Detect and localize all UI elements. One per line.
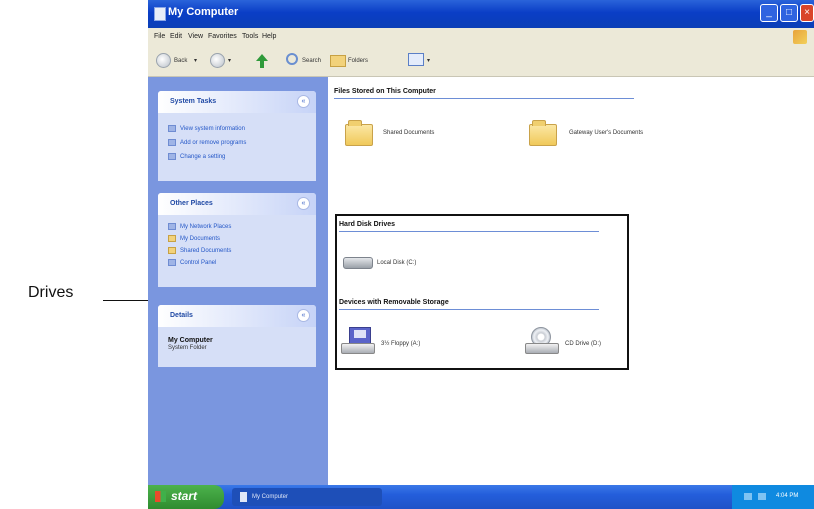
view-system-info-link[interactable]: View system information <box>168 125 245 132</box>
start-label: start <box>171 489 198 503</box>
link-label: Change a setting <box>180 154 226 161</box>
system-info-icon <box>168 125 176 132</box>
folder-icon[interactable] <box>345 120 373 146</box>
views-icon[interactable] <box>408 53 424 66</box>
details-panel: Details « My Computer System Folder <box>158 305 316 367</box>
other-places-header[interactable]: Other Places « <box>158 193 316 215</box>
control-panel-icon <box>168 153 176 160</box>
system-tasks-title: System Tasks <box>170 98 217 105</box>
link-label: My Network Places <box>180 224 232 231</box>
up-folder-icon[interactable] <box>256 54 268 68</box>
programs-icon <box>168 139 176 146</box>
link-label: View system information <box>180 126 245 133</box>
menu-edit[interactable]: Edit <box>170 33 182 40</box>
network-tray-icon[interactable] <box>744 493 752 500</box>
section-divider <box>334 98 634 99</box>
link-label: Shared Documents <box>180 248 232 255</box>
menu-bar: File Edit View Favorites Tools Help <box>148 28 814 46</box>
volume-tray-icon[interactable] <box>758 493 766 500</box>
collapse-chevron-icon[interactable]: « <box>297 197 310 210</box>
menu-file[interactable]: File <box>154 33 165 40</box>
close-button[interactable]: × <box>800 4 814 22</box>
details-title: Details <box>170 312 193 319</box>
back-arrow-icon[interactable] <box>156 53 171 68</box>
details-subtitle: System Folder <box>168 345 207 351</box>
system-tasks-header[interactable]: System Tasks « <box>158 91 316 113</box>
link-label: Add or remove programs <box>180 140 247 147</box>
shared-documents-item[interactable]: Shared Documents <box>383 130 434 136</box>
menu-tools[interactable]: Tools <box>242 33 258 40</box>
link-label: My Documents <box>180 236 221 243</box>
folder-icon[interactable] <box>529 120 557 146</box>
menu-favorites[interactable]: Favorites <box>208 33 237 40</box>
folder-icon <box>168 235 176 242</box>
callout-label: Drives <box>28 284 74 301</box>
forward-arrow-icon[interactable] <box>210 53 225 68</box>
views-dropdown-icon[interactable]: ▾ <box>427 57 430 64</box>
control-panel-icon <box>168 259 176 266</box>
start-button[interactable]: start <box>148 485 224 509</box>
folders-button[interactable]: Folders <box>348 58 368 64</box>
network-places-link[interactable]: My Network Places <box>168 223 231 230</box>
link-label: Control Panel <box>180 260 217 267</box>
taskbar-my-computer-button[interactable]: My Computer <box>232 488 382 506</box>
forward-dropdown-icon[interactable]: ▾ <box>228 57 231 64</box>
maximize-button[interactable]: □ <box>780 4 798 22</box>
change-setting-link[interactable]: Change a setting <box>168 153 225 160</box>
network-icon <box>168 223 176 230</box>
add-remove-programs-link[interactable]: Add or remove programs <box>168 139 246 146</box>
collapse-chevron-icon[interactable]: « <box>297 309 310 322</box>
search-button[interactable]: Search <box>302 58 321 64</box>
files-section-title: Files Stored on This Computer <box>334 88 436 95</box>
computer-icon <box>240 492 247 502</box>
task-pane: System Tasks « View system information A… <box>148 77 328 485</box>
menu-view[interactable]: View <box>188 33 203 40</box>
details-name: My Computer <box>168 337 213 344</box>
window-title: My Computer <box>168 6 239 18</box>
menu-help[interactable]: Help <box>262 33 276 40</box>
back-label[interactable]: Back <box>174 58 187 64</box>
folders-icon[interactable] <box>330 55 346 67</box>
other-places-title: Other Places <box>170 200 213 207</box>
folder-icon <box>168 247 176 254</box>
back-dropdown-icon[interactable]: ▾ <box>194 57 197 64</box>
toolbar: Back ▾ ▾ Search Folders ▾ <box>148 46 814 77</box>
my-documents-link[interactable]: My Documents <box>168 235 220 242</box>
drives-highlight-box <box>335 214 629 370</box>
task-label: My Computer <box>252 494 289 500</box>
details-header[interactable]: Details « <box>158 305 316 327</box>
gateway-user-documents-item[interactable]: Gateway User's Documents <box>569 130 643 136</box>
minimize-button[interactable]: _ <box>760 4 778 22</box>
control-panel-link[interactable]: Control Panel <box>168 259 216 266</box>
search-icon[interactable] <box>286 53 298 65</box>
system-tasks-panel: System Tasks « View system information A… <box>158 91 316 181</box>
shared-documents-link[interactable]: Shared Documents <box>168 247 231 254</box>
title-bar[interactable]: My Computer _ □ × <box>148 0 814 28</box>
collapse-chevron-icon[interactable]: « <box>297 95 310 108</box>
taskbar: start My Computer 4:04 PM <box>148 485 814 509</box>
computer-icon <box>154 7 166 21</box>
system-tray: 4:04 PM <box>732 485 814 509</box>
clock[interactable]: 4:04 PM <box>776 493 798 499</box>
windows-logo-icon <box>793 30 807 44</box>
windows-flag-icon <box>155 491 166 502</box>
other-places-panel: Other Places « My Network Places My Docu… <box>158 193 316 287</box>
